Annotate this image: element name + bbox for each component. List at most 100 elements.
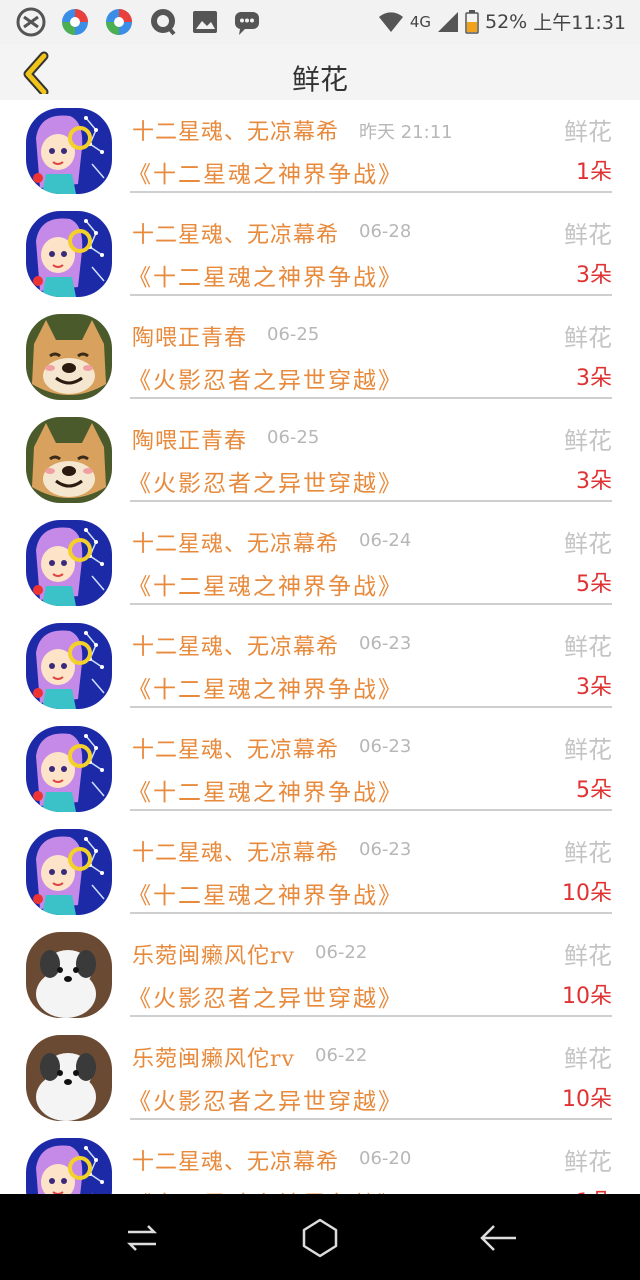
- avatar[interactable]: [26, 1035, 112, 1121]
- sender-name: 十二星魂、无凉幕希: [132, 532, 340, 557]
- switch-button[interactable]: [118, 1214, 166, 1262]
- avatar[interactable]: [26, 932, 112, 1018]
- timestamp: 06-23: [359, 736, 412, 757]
- timestamp: 06-25: [267, 427, 320, 448]
- row-divider: [130, 191, 612, 193]
- status-bar: 4G 52% 上午11:31: [0, 0, 640, 44]
- avatar[interactable]: [26, 623, 112, 709]
- browser-icon: [60, 7, 90, 37]
- novel-title[interactable]: 《十二星魂之神界争战》: [128, 155, 403, 189]
- timestamp: 昨天 21:11: [359, 122, 453, 143]
- timestamp: 06-23: [359, 633, 412, 654]
- timestamp: 06-22: [315, 942, 368, 963]
- timestamp: 06-22: [315, 1045, 368, 1066]
- battery-icon: [465, 9, 479, 34]
- clock: 上午11:31: [533, 12, 626, 34]
- avatar[interactable]: [26, 211, 112, 297]
- app-notification-icon: [16, 7, 46, 37]
- row-divider: [130, 809, 612, 811]
- list-item[interactable]: 十二星魂、无凉幕希 06-23 鲜花 《十二星魂之神界争战》 10朵: [0, 821, 640, 924]
- home-icon: [302, 1218, 338, 1258]
- flower-count: 3朵: [576, 366, 612, 391]
- novel-title[interactable]: 《火影忍者之异世穿越》: [128, 979, 403, 1013]
- chat-bubble-icon: [148, 7, 178, 37]
- list-item[interactable]: 十二星魂、无凉幕希 06-20 鲜花《十二星魂之神界争战》 1朵: [0, 1130, 640, 1194]
- avatar[interactable]: [26, 314, 112, 400]
- flower-count: 1朵: [576, 160, 612, 185]
- gift-type: 鲜花: [564, 736, 612, 764]
- flower-count: 10朵: [562, 984, 612, 1009]
- avatar[interactable]: [26, 417, 112, 503]
- row-divider: [130, 912, 612, 914]
- flower-count: 10朵: [562, 1087, 612, 1112]
- row-divider: [130, 603, 612, 605]
- avatar[interactable]: [26, 829, 112, 915]
- row-divider: [130, 706, 612, 708]
- novel-title[interactable]: 《十二星魂之神界争战》: [128, 258, 403, 292]
- sender-name: 乐菀闽癞风佗rv: [132, 944, 295, 969]
- novel-title[interactable]: 《火影忍者之异世穿越》: [128, 464, 403, 498]
- list-item[interactable]: 陶喂正青春 06-25 鲜花《火影忍者之异世穿越》 3朵: [0, 306, 640, 409]
- avatar[interactable]: [26, 520, 112, 606]
- row-divider: [130, 1015, 612, 1017]
- flower-count: 1朵: [576, 1184, 612, 1194]
- app-header: 鲜花: [0, 44, 640, 100]
- novel-title[interactable]: 《火影忍者之异世穿越》: [128, 361, 403, 395]
- gift-type: 鲜花: [564, 1148, 612, 1176]
- list-item[interactable]: 乐菀闽癞风佗rv 06-22 鲜花《火影忍者之异世穿越》 10朵: [0, 924, 640, 1027]
- gift-type: 鲜花: [564, 530, 612, 558]
- gift-type: 鲜花: [564, 1045, 612, 1073]
- list-item[interactable]: 十二星魂、无凉幕希 06-24 鲜花《十二星魂之神界争战》 5朵: [0, 512, 640, 615]
- novel-title[interactable]: 《十二星魂之神界争战》: [128, 1185, 403, 1194]
- sender-name: 十二星魂、无凉幕希: [132, 1150, 340, 1175]
- sender-name: 十二星魂、无凉幕希: [132, 223, 340, 248]
- sender-name: 乐菀闽癞风佗rv: [132, 1047, 295, 1072]
- wifi-icon: [378, 11, 403, 32]
- sender-name: 陶喂正青春: [132, 326, 248, 351]
- browser-icon: [104, 7, 134, 37]
- battery-percent: 52%: [485, 10, 528, 33]
- back-nav-button[interactable]: [474, 1214, 522, 1262]
- novel-title[interactable]: 《十二星魂之神界争战》: [128, 876, 403, 910]
- flower-count: 3朵: [576, 675, 612, 700]
- row-divider: [130, 294, 612, 296]
- network-label: 4G: [409, 12, 431, 31]
- avatar[interactable]: [26, 726, 112, 812]
- list-item[interactable]: 十二星魂、无凉幕希 06-23 鲜花 《十二星魂之神界争战》 5朵: [0, 718, 640, 821]
- gift-type: 鲜花: [564, 324, 612, 352]
- signal-icon: [438, 11, 458, 32]
- sender-name: 十二星魂、无凉幕希: [132, 635, 340, 660]
- home-button[interactable]: [296, 1214, 344, 1262]
- list-item[interactable]: 十二星魂、无凉幕希 06-28 鲜花 《十二星魂之神界争战》 3朵: [0, 203, 640, 306]
- flower-record-list[interactable]: 十二星魂、无凉幕希 昨天 21:11 鲜花 《十二星魂之神界争战》 1朵 十二星魂、无凉幕…: [0, 100, 640, 1194]
- gift-type: 鲜花: [564, 221, 612, 249]
- gift-type: 鲜花: [564, 633, 612, 661]
- timestamp: 06-25: [267, 324, 320, 345]
- page-title: 鲜花: [291, 63, 348, 96]
- flower-count: 10朵: [562, 881, 612, 906]
- list-item[interactable]: 陶喂正青春 06-25 鲜花 《火影忍者之异世穿越》 3朵: [0, 409, 640, 512]
- sender-name: 陶喂正青春: [132, 429, 248, 454]
- gift-type: 鲜花: [564, 942, 612, 970]
- flower-count: 3朵: [576, 469, 612, 494]
- timestamp: 06-24: [359, 530, 412, 551]
- row-divider: [130, 1118, 612, 1120]
- gallery-icon: [190, 7, 220, 37]
- avatar[interactable]: [26, 1138, 112, 1194]
- list-item[interactable]: 十二星魂、无凉幕希 06-23 鲜花《十二星魂之神界争战》 3朵: [0, 615, 640, 718]
- flower-count: 5朵: [576, 778, 612, 803]
- avatar[interactable]: [26, 108, 112, 194]
- timestamp: 06-20: [359, 1148, 412, 1169]
- row-divider: [130, 500, 612, 502]
- novel-title[interactable]: 《十二星魂之神界争战》: [128, 567, 403, 601]
- list-item[interactable]: 乐菀闽癞风佗rv 06-22 鲜花《火影忍者之异世穿越》 10朵: [0, 1027, 640, 1130]
- row-divider: [130, 397, 612, 399]
- novel-title[interactable]: 《火影忍者之异世穿越》: [128, 1082, 403, 1116]
- flower-count: 3朵: [576, 263, 612, 288]
- flower-count: 5朵: [576, 572, 612, 597]
- novel-title[interactable]: 《十二星魂之神界争战》: [128, 773, 403, 807]
- novel-title[interactable]: 《十二星魂之神界争战》: [128, 670, 403, 704]
- list-item[interactable]: 十二星魂、无凉幕希 昨天 21:11 鲜花 《十二星魂之神界争战》 1朵: [0, 100, 640, 203]
- gift-type: 鲜花: [564, 839, 612, 867]
- sender-name: 十二星魂、无凉幕希: [132, 120, 340, 145]
